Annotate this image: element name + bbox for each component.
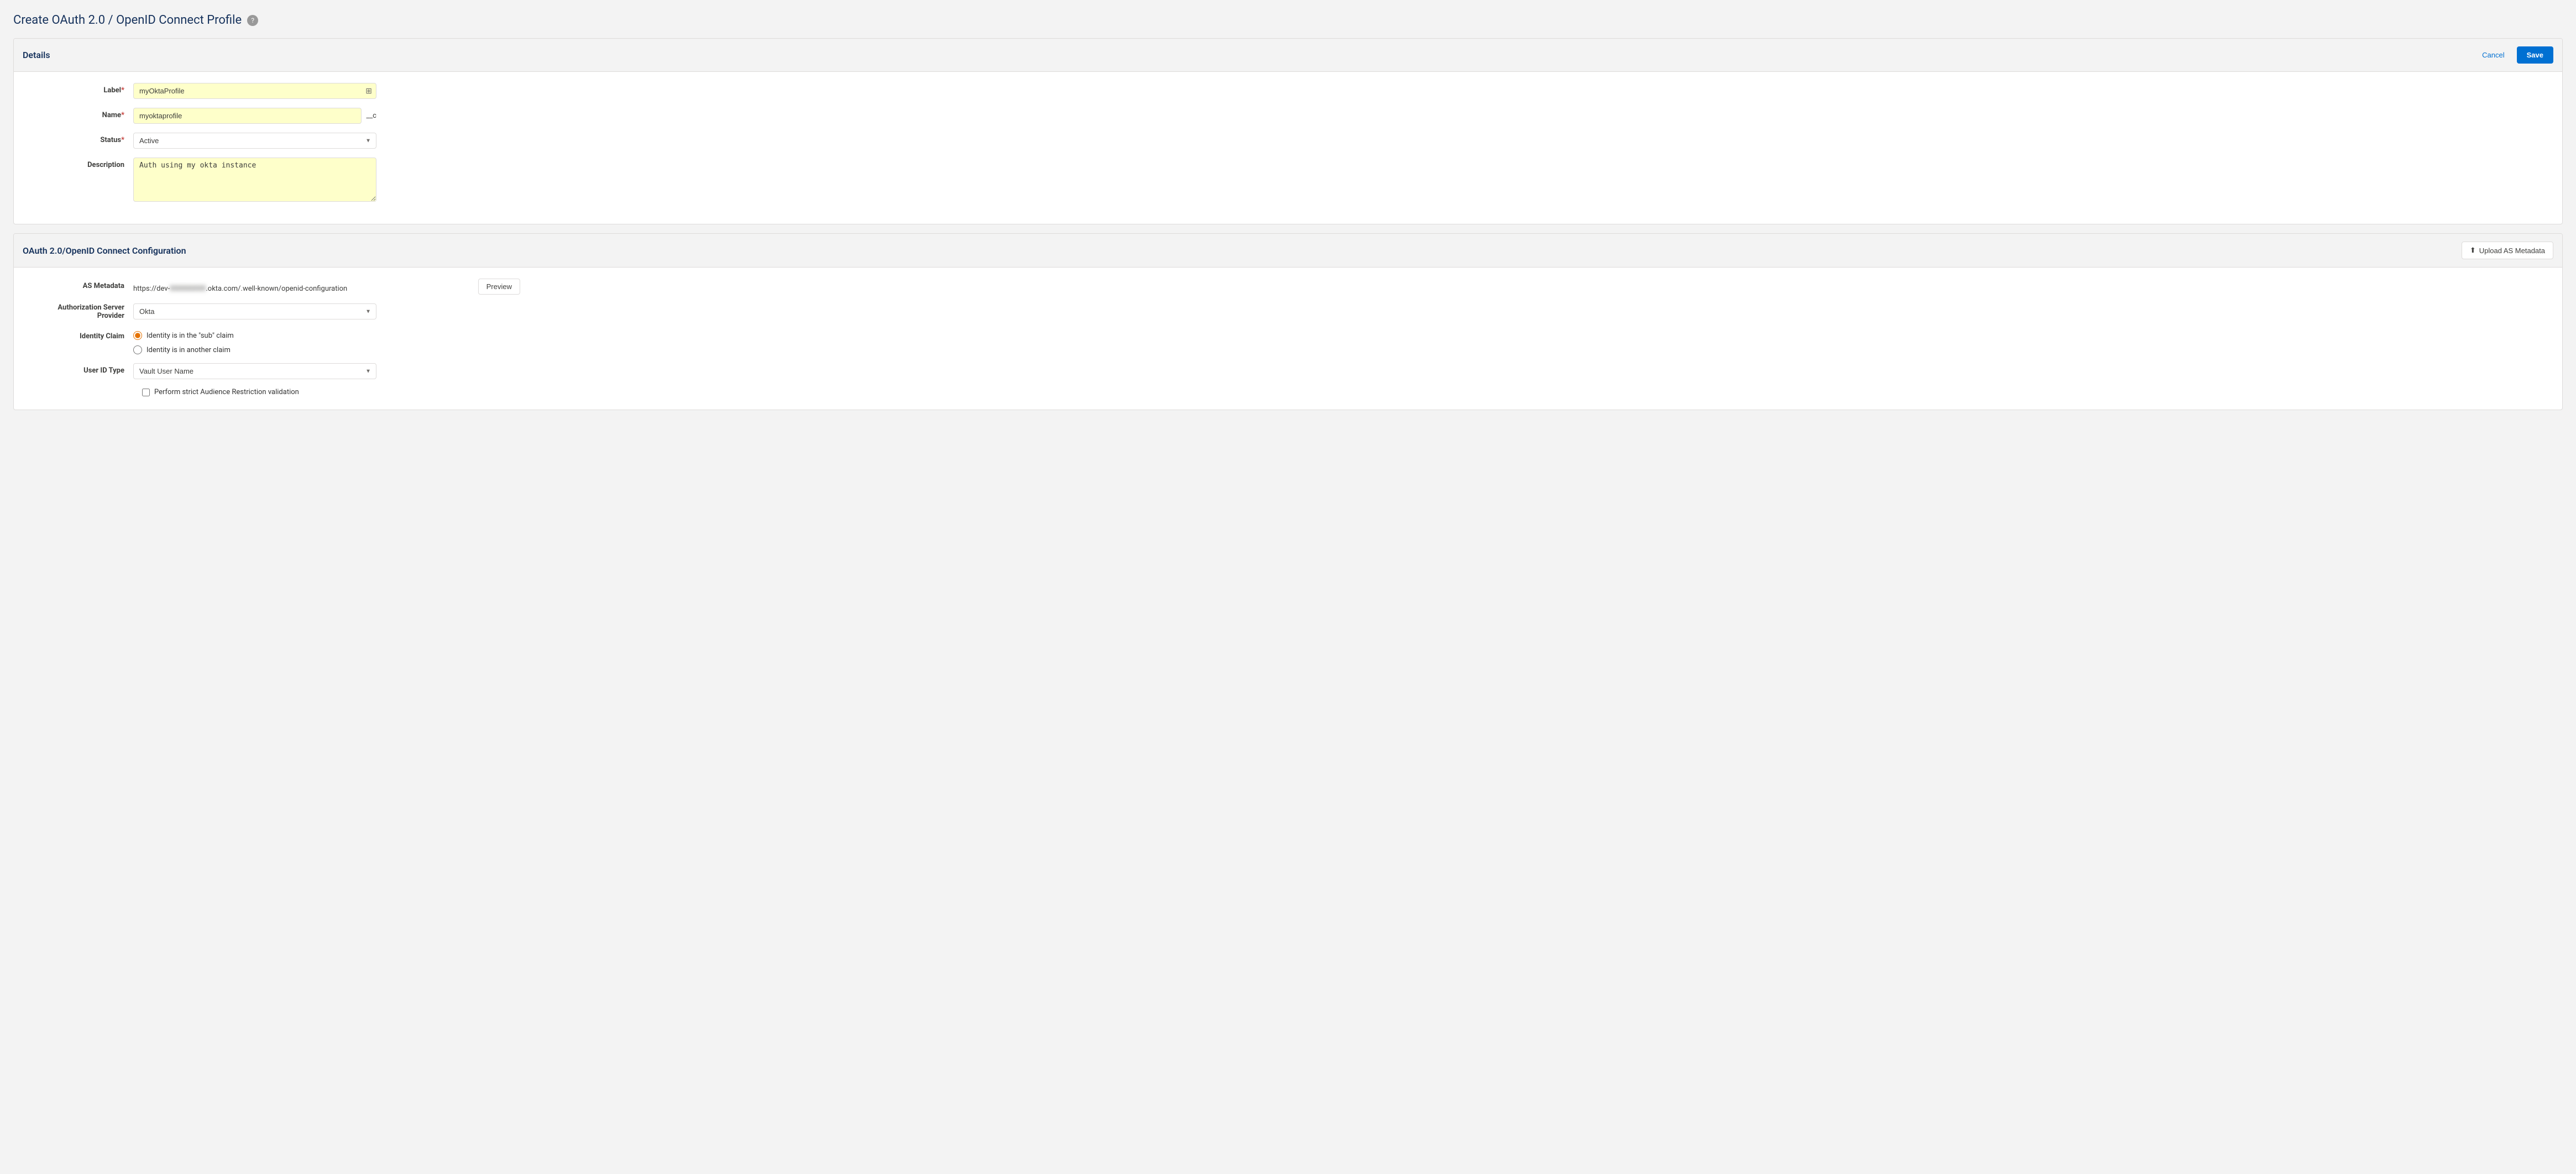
status-field-label: Status* xyxy=(23,133,133,144)
as-metadata-url: https://dev-XXXXXXXX.okta.com/.well-know… xyxy=(133,281,473,293)
as-metadata-row: AS Metadata https://dev-XXXXXXXX.okta.co… xyxy=(23,279,2553,295)
auth-server-label: Authorization Server Provider xyxy=(23,303,133,320)
label-field-label: Label* xyxy=(23,83,133,95)
name-field-wrap: __c xyxy=(133,108,376,124)
user-id-type-row: User ID Type Vault User Name Federated I… xyxy=(23,363,2553,379)
identity-claim-other-option[interactable]: Identity is in another claim xyxy=(133,345,234,354)
oauth-section-header: OAuth 2.0/OpenID Connect Configuration ⬆… xyxy=(14,234,2562,268)
auth-server-row: Authorization Server Provider Okta Other xyxy=(23,303,2553,320)
oauth-section-body: AS Metadata https://dev-XXXXXXXX.okta.co… xyxy=(14,268,2562,410)
name-field-label: Name* xyxy=(23,108,133,119)
as-metadata-url-blurred: XXXXXXXX xyxy=(170,285,206,293)
identity-claim-other-radio[interactable] xyxy=(133,345,142,354)
details-section-title: Details xyxy=(23,50,50,60)
user-id-type-label: User ID Type xyxy=(23,363,133,375)
page-title: Create OAuth 2.0 / OpenID Connect Profil… xyxy=(13,13,242,27)
as-metadata-wrap: https://dev-XXXXXXXX.okta.com/.well-know… xyxy=(133,279,520,295)
identity-claim-row: Identity Claim Identity is in the "sub" … xyxy=(23,329,2553,354)
auth-server-select-wrap: Okta Other xyxy=(133,303,376,319)
as-metadata-url-suffix: .okta.com/.well-known/openid-configurati… xyxy=(206,285,347,293)
oauth-section: OAuth 2.0/OpenID Connect Configuration ⬆… xyxy=(13,233,2563,410)
description-textarea[interactable]: Auth using my okta instance xyxy=(133,158,376,202)
details-header-actions: Cancel Save xyxy=(2475,46,2553,64)
identity-claim-radio-group: Identity is in the "sub" claim Identity … xyxy=(133,329,234,354)
name-row: Name* __c xyxy=(23,108,2553,124)
details-section: Details Cancel Save Label* ⊞ Name* xyxy=(13,38,2563,224)
status-field-wrap: Active Inactive xyxy=(133,133,376,149)
auth-server-select[interactable]: Okta Other xyxy=(133,303,376,319)
details-section-body: Label* ⊞ Name* __c Status* xyxy=(14,72,2562,224)
label-input-container: ⊞ xyxy=(133,83,376,99)
as-metadata-url-prefix: https://dev- xyxy=(133,285,170,293)
label-field-wrap: ⊞ xyxy=(133,83,376,99)
identity-claim-sub-option[interactable]: Identity is in the "sub" claim xyxy=(133,331,234,340)
description-field-wrap: Auth using my okta instance xyxy=(133,158,376,202)
identity-claim-sub-radio[interactable] xyxy=(133,331,142,340)
preview-button[interactable]: Preview xyxy=(478,279,520,295)
auth-server-wrap: Okta Other xyxy=(133,303,376,319)
audience-restriction-checkbox[interactable] xyxy=(142,389,150,396)
identity-claim-label: Identity Claim xyxy=(23,329,133,340)
user-id-type-select-wrap: Vault User Name Federated ID Email xyxy=(133,363,376,379)
help-icon[interactable]: ? xyxy=(247,15,258,26)
page-title-container: Create OAuth 2.0 / OpenID Connect Profil… xyxy=(13,13,2563,27)
audience-restriction-row: Perform strict Audience Restriction vali… xyxy=(23,388,2553,396)
upload-icon: ⬆ xyxy=(2470,246,2476,255)
status-select-wrap: Active Inactive xyxy=(133,133,376,149)
description-row: Description Auth using my okta instance xyxy=(23,158,2553,202)
audience-restriction-label: Perform strict Audience Restriction vali… xyxy=(154,388,299,396)
user-id-type-select[interactable]: Vault User Name Federated ID Email xyxy=(133,363,376,379)
label-input[interactable] xyxy=(133,83,376,99)
as-metadata-label: AS Metadata xyxy=(23,279,133,290)
status-select[interactable]: Active Inactive xyxy=(133,133,376,149)
name-input[interactable] xyxy=(133,108,362,124)
table-icon: ⊞ xyxy=(365,87,372,96)
upload-button-label: Upload AS Metadata xyxy=(2479,247,2545,255)
save-button[interactable]: Save xyxy=(2517,46,2553,64)
oauth-section-title: OAuth 2.0/OpenID Connect Configuration xyxy=(23,245,186,256)
label-row: Label* ⊞ xyxy=(23,83,2553,99)
upload-as-metadata-button[interactable]: ⬆ Upload AS Metadata xyxy=(2462,242,2553,259)
identity-claim-wrap: Identity is in the "sub" claim Identity … xyxy=(133,329,376,354)
user-id-type-wrap: Vault User Name Federated ID Email xyxy=(133,363,376,379)
description-field-label: Description xyxy=(23,158,133,169)
status-row: Status* Active Inactive xyxy=(23,133,2553,149)
identity-claim-sub-label: Identity is in the "sub" claim xyxy=(146,332,234,340)
cancel-button[interactable]: Cancel xyxy=(2475,48,2511,62)
identity-claim-other-label: Identity is in another claim xyxy=(146,346,231,354)
name-suffix: __c xyxy=(366,108,376,120)
details-section-header: Details Cancel Save xyxy=(14,39,2562,72)
